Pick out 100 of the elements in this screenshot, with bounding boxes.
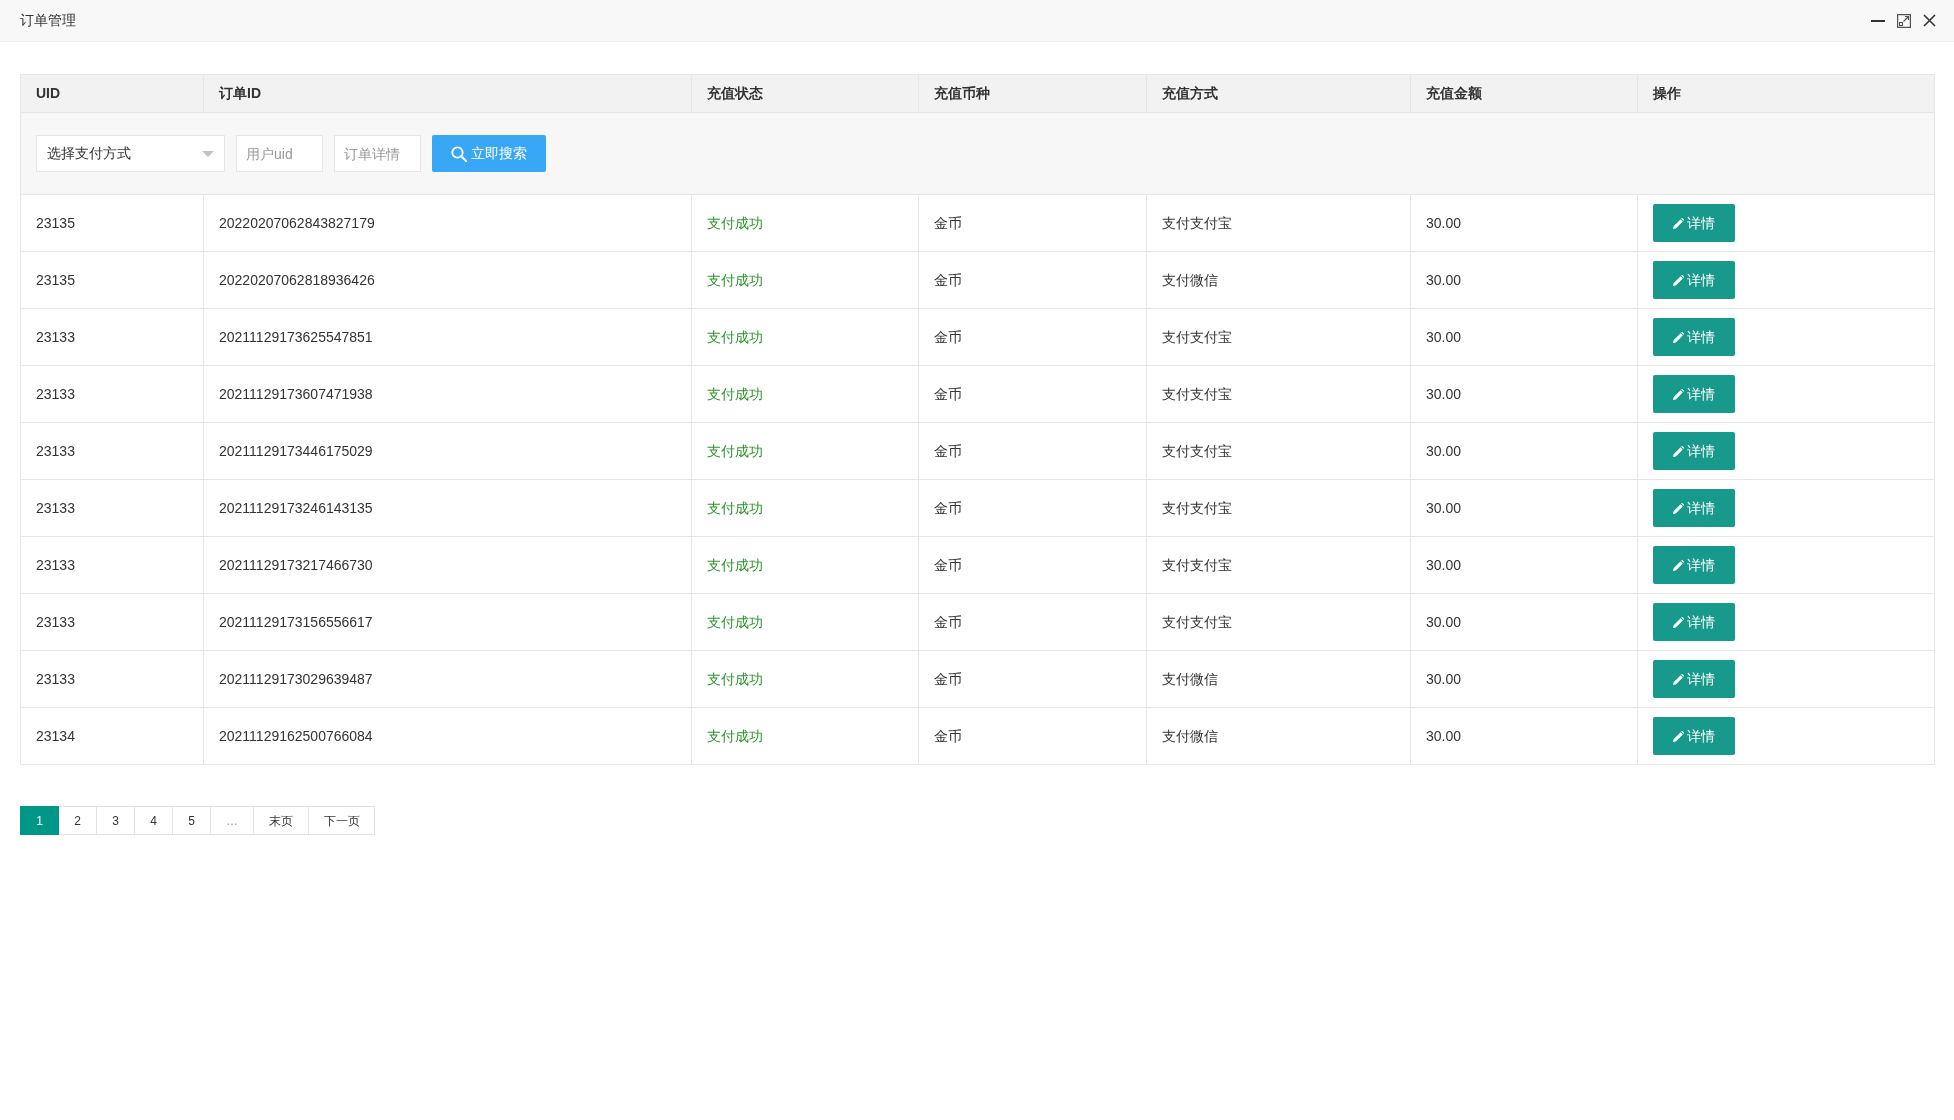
status-text: 支付成功	[707, 613, 763, 630]
table-cell: 20220207062818936426	[219, 271, 375, 288]
table-cell: 支付支付宝	[1162, 385, 1232, 402]
status-text: 支付成功	[707, 499, 763, 516]
pencil-icon	[1673, 217, 1684, 229]
table-cell: 30.00	[1426, 385, 1462, 402]
table-cell: 30.00	[1426, 670, 1462, 687]
table-cell: 23133	[36, 556, 75, 573]
table-cell: 支付支付宝	[1162, 556, 1232, 573]
table-cell: 20211129173217466730	[219, 556, 373, 573]
caret-icon	[202, 150, 214, 157]
table-cell: 金币	[934, 328, 962, 345]
table-cell: 23135	[36, 271, 75, 288]
payment-method-select[interactable]: 选择支付方式	[36, 135, 225, 172]
table-cell: 金币	[934, 670, 962, 687]
table-cell: 23133	[36, 499, 75, 516]
table-cell: 30.00	[1426, 613, 1462, 630]
table-cell: 30.00	[1426, 328, 1462, 345]
table-cell: 23133	[36, 613, 75, 630]
table-cell: 20211129173029639487	[219, 670, 373, 687]
pencil-icon	[1673, 331, 1684, 343]
column-header: 充值金额	[1410, 74, 1638, 113]
table-cell: 20220207062843827179	[219, 214, 375, 231]
table-cell: 金币	[934, 727, 962, 744]
page-button[interactable]: 5	[172, 806, 211, 835]
pencil-icon	[1673, 274, 1684, 286]
table-cell: 支付支付宝	[1162, 499, 1232, 516]
table-cell: 30.00	[1426, 442, 1462, 459]
details-button[interactable]: 详情	[1653, 603, 1735, 641]
last-page-button[interactable]: 末页	[253, 806, 309, 835]
status-text: 支付成功	[707, 727, 763, 744]
column-header: 充值状态	[691, 74, 919, 113]
table-cell: 30.00	[1426, 271, 1462, 288]
status-text: 支付成功	[707, 328, 763, 345]
table-cell: 金币	[934, 271, 962, 288]
table-cell: 20211129173446175029	[219, 442, 373, 459]
table-cell: 23133	[36, 670, 75, 687]
pencil-icon	[1673, 559, 1684, 571]
next-page-button[interactable]: 下一页	[308, 806, 375, 835]
table-cell: 支付微信	[1162, 727, 1218, 744]
details-button[interactable]: 详情	[1653, 489, 1735, 527]
details-button[interactable]: 详情	[1653, 717, 1735, 755]
status-text: 支付成功	[707, 214, 763, 231]
table-cell: 金币	[934, 442, 962, 459]
table-cell: 金币	[934, 214, 962, 231]
search-button[interactable]: 立即搜索	[432, 135, 546, 172]
table-cell: 支付支付宝	[1162, 214, 1232, 231]
search-icon	[451, 145, 467, 162]
column-header: UID	[20, 74, 204, 113]
table-cell: 23133	[36, 442, 75, 459]
table-cell: 30.00	[1426, 556, 1462, 573]
order-details-input[interactable]: 订单详情	[334, 135, 421, 172]
table-cell: 支付微信	[1162, 670, 1218, 687]
details-button[interactable]: 详情	[1653, 546, 1735, 584]
details-button[interactable]: 详情	[1653, 204, 1735, 242]
table-cell: 支付微信	[1162, 271, 1218, 288]
table-cell: 20211129173156556617	[219, 613, 373, 630]
pencil-icon	[1673, 673, 1684, 685]
status-text: 支付成功	[707, 556, 763, 573]
table-cell: 金币	[934, 385, 962, 402]
details-button[interactable]: 详情	[1653, 375, 1735, 413]
page-button[interactable]: 3	[96, 806, 135, 835]
table-cell: 20211129173246143135	[219, 499, 373, 516]
table-cell: 20211129162500766084	[219, 727, 373, 744]
status-text: 支付成功	[707, 271, 763, 288]
column-header: 操作	[1637, 74, 1935, 113]
table-cell: 支付支付宝	[1162, 442, 1232, 459]
table-cell: 金币	[934, 499, 962, 516]
status-text: 支付成功	[707, 442, 763, 459]
table-cell: 30.00	[1426, 499, 1462, 516]
table-cell: 支付支付宝	[1162, 328, 1232, 345]
column-header: 订单ID	[203, 74, 692, 113]
page-button[interactable]: 1	[20, 806, 59, 835]
details-button[interactable]: 详情	[1653, 660, 1735, 698]
pencil-icon	[1673, 616, 1684, 628]
table-cell: 23133	[36, 328, 75, 345]
pencil-icon	[1673, 730, 1684, 742]
pencil-icon	[1673, 502, 1684, 514]
page-button[interactable]: 4	[134, 806, 173, 835]
details-button[interactable]: 详情	[1653, 318, 1735, 356]
window-title: 订单管理	[20, 11, 76, 30]
details-button[interactable]: 详情	[1653, 261, 1735, 299]
table-cell: 20211129173607471938	[219, 385, 373, 402]
pencil-icon	[1673, 388, 1684, 400]
details-button[interactable]: 详情	[1653, 432, 1735, 470]
table-cell: 30.00	[1426, 727, 1462, 744]
table-cell: 23134	[36, 727, 75, 744]
table-cell: 金币	[934, 556, 962, 573]
table-cell: 30.00	[1426, 214, 1462, 231]
column-header: 充值方式	[1146, 74, 1411, 113]
pencil-icon	[1673, 445, 1684, 457]
pagination-ellipsis: …	[210, 806, 254, 835]
column-header: 充值币种	[918, 74, 1147, 113]
table-cell: 金币	[934, 613, 962, 630]
uid-input[interactable]: 用户uid	[236, 135, 323, 172]
close-icon[interactable]	[1923, 14, 1936, 27]
maximize-icon[interactable]	[1897, 13, 1911, 28]
table-cell: 23135	[36, 214, 75, 231]
status-text: 支付成功	[707, 385, 763, 402]
status-text: 支付成功	[707, 670, 763, 687]
